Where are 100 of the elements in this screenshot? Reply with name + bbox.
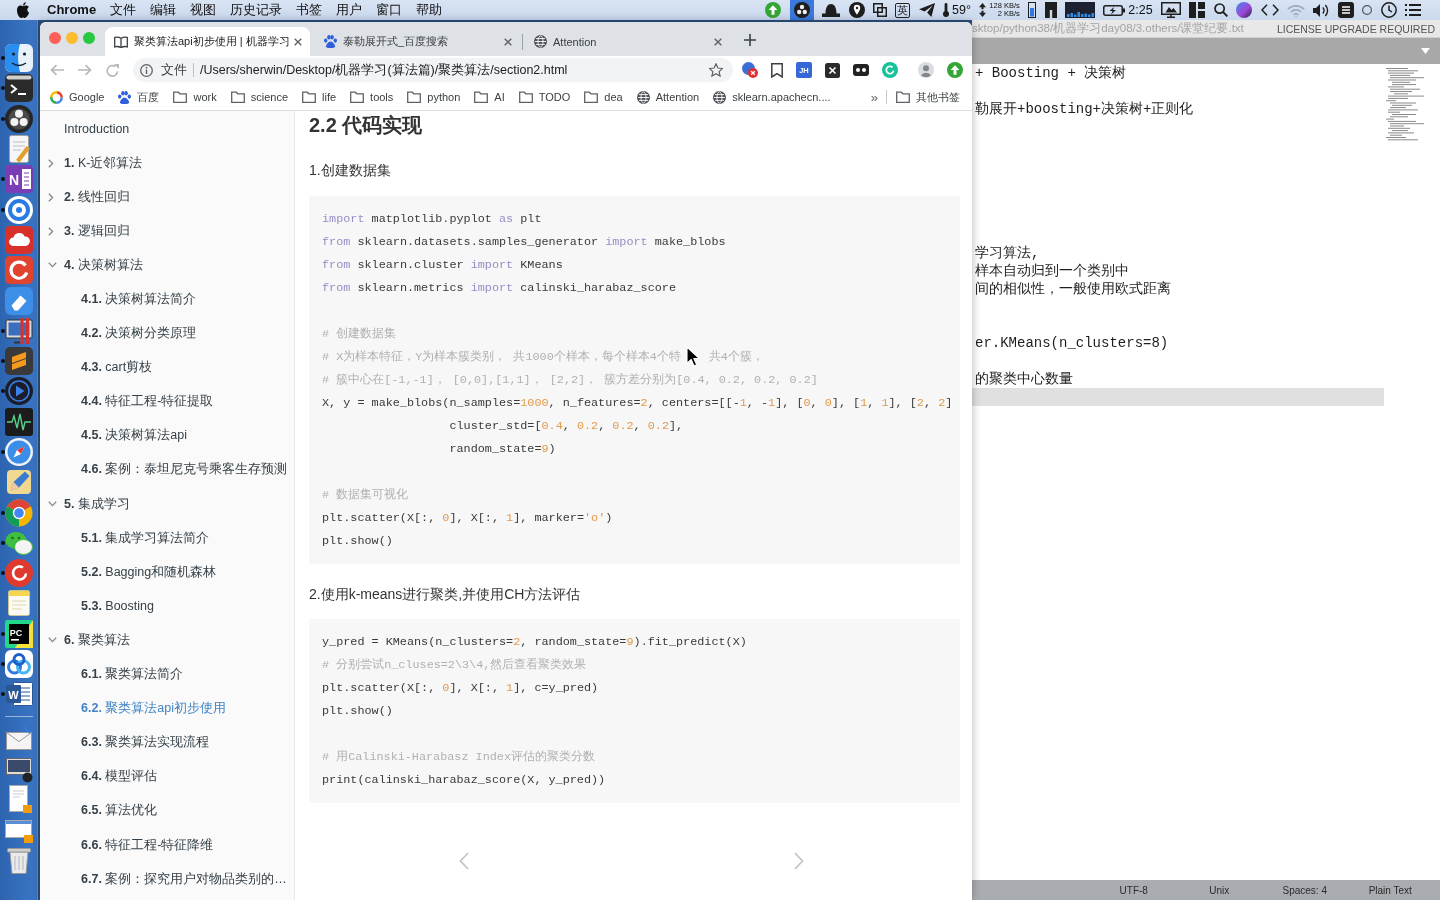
more-bookmarks-button[interactable]: »: [864, 89, 884, 105]
up-down-arrows-icon[interactable]: [979, 3, 987, 17]
close-icon[interactable]: [294, 37, 302, 46]
bookmark-item[interactable]: tools: [343, 86, 401, 108]
badge-cross-icon[interactable]: [742, 62, 758, 78]
waveform-icon[interactable]: [5, 407, 33, 436]
sidebar-item[interactable]: 6. 聚类算法: [64, 631, 130, 649]
two-dot-tile-icon[interactable]: [853, 64, 869, 76]
app-menu[interactable]: Chrome: [47, 0, 97, 20]
trash-icon[interactable]: [5, 845, 33, 874]
input-method-indicator[interactable]: 英: [895, 2, 911, 18]
sidebar-item[interactable]: 6.7. 案例：探究用户对物品类别的…: [81, 870, 287, 888]
striped-tile-icon[interactable]: [1337, 2, 1354, 18]
three-dot-circle-icon[interactable]: [5, 104, 33, 133]
list-icon[interactable]: [1405, 4, 1421, 16]
menu-item[interactable]: 书签: [296, 0, 323, 20]
sidebar-item[interactable]: 6.2. 聚类算法api初步使用: [81, 700, 226, 718]
sidebar-item[interactable]: 2. 线性回归: [64, 188, 130, 206]
bookmark-item[interactable]: life: [295, 86, 344, 108]
arc-circle-icon[interactable]: [5, 559, 33, 588]
chevron-down-icon[interactable]: [48, 637, 57, 644]
target-icon[interactable]: [5, 195, 33, 224]
status-item[interactable]: Spaces: 4: [1282, 884, 1327, 896]
arc-tile-icon[interactable]: [5, 256, 33, 285]
chevron-right-icon[interactable]: [48, 158, 54, 168]
sidebar-item[interactable]: 6.1. 聚类算法简介: [81, 666, 184, 684]
monitor-icon[interactable]: [1161, 2, 1182, 18]
sidebar-item[interactable]: 5.3. Boosting: [81, 599, 154, 614]
status-item[interactable]: Plain Text: [1368, 884, 1412, 896]
letter-tile-icon[interactable]: PC: [5, 619, 33, 648]
sidebar-item[interactable]: 4. 决策树算法: [64, 256, 143, 274]
linked-circles-icon[interactable]: [5, 650, 33, 679]
sidebar-item[interactable]: 4.3. cart剪枝: [81, 359, 153, 377]
bookmark-item[interactable]: 百度: [111, 86, 167, 108]
sidebar-item[interactable]: 4.1. 决策树算法简介: [81, 291, 197, 308]
menu-item[interactable]: 用户: [336, 0, 363, 20]
chevron-right-icon[interactable]: [48, 226, 54, 236]
sidebar-item[interactable]: 4.2. 决策树分类原理: [81, 325, 197, 343]
chevron-down-icon[interactable]: [48, 262, 57, 269]
info-icon[interactable]: [140, 63, 153, 77]
arrow-up-circle-icon[interactable]: [765, 2, 782, 18]
bookmark-item[interactable]: work: [166, 86, 224, 108]
eraser-tile-icon[interactable]: [5, 286, 33, 315]
close-icon[interactable]: [504, 37, 512, 46]
menu-item[interactable]: 文件: [110, 0, 137, 20]
sidebar-item[interactable]: Introduction: [64, 122, 130, 137]
sidebar-item[interactable]: 4.5. 决策树算法api: [81, 427, 187, 445]
bookmark-item[interactable]: TODO: [511, 86, 578, 108]
bookmark-item[interactable]: AI: [467, 86, 512, 108]
location-pin-icon[interactable]: [848, 2, 865, 18]
battery-charging-icon[interactable]: [1103, 4, 1126, 16]
status-item[interactable]: UTF-8: [1119, 884, 1148, 896]
segmented-circle-icon[interactable]: [5, 498, 33, 527]
pencil-icon[interactable]: [5, 468, 33, 497]
clock-icon[interactable]: [1380, 2, 1397, 18]
thermometer-icon[interactable]: [943, 3, 950, 17]
panels-icon[interactable]: [1189, 2, 1206, 18]
sidebar-item[interactable]: 5.1. 集成学习算法简介: [81, 529, 210, 547]
sidebar-item[interactable]: 5.2. Bagging和随机森林: [81, 563, 217, 581]
menu-item[interactable]: 历史记录: [230, 0, 283, 20]
sidebar-item[interactable]: 4.4. 特征工程-特征提取: [81, 393, 214, 411]
circle-icon[interactable]: [1362, 5, 1373, 15]
browser-tab[interactable]: 泰勒展开式_百度搜索: [315, 27, 520, 56]
bell-icon[interactable]: [822, 3, 841, 17]
chevron-right-icon[interactable]: [48, 192, 54, 202]
orb-icon[interactable]: [1236, 2, 1253, 18]
search-icon[interactable]: [1213, 3, 1228, 17]
close-icon[interactable]: [714, 37, 722, 46]
sidebar-item[interactable]: 1. K-近邻算法: [64, 154, 143, 172]
sidebar-item[interactable]: 6.3. 聚类算法实现流程: [81, 734, 210, 752]
avatar-icon[interactable]: [918, 62, 934, 78]
address-bar[interactable]: 文件 /Users/sherwin/Desktop/机器学习(算法篇)/聚类算法/section2.html: [133, 58, 733, 82]
monitor-icon[interactable]: [5, 316, 33, 345]
sidebar-item[interactable]: 5. 集成学习: [64, 495, 130, 513]
arrow-up-circle-icon[interactable]: [947, 62, 963, 78]
bookmark-item[interactable]: Attention: [629, 86, 707, 108]
sidebar-item[interactable]: 6.6. 特征工程-特征降维: [81, 836, 214, 854]
x-square-icon[interactable]: [825, 62, 840, 78]
bookmark-folder[interactable]: 其他书签: [889, 86, 967, 108]
menu-item[interactable]: 窗口: [376, 0, 403, 20]
face-tile-icon[interactable]: [5, 44, 33, 73]
envelope-icon[interactable]: [5, 724, 33, 753]
cpu-graph-icon[interactable]: [1064, 2, 1095, 18]
cloud-tile-icon[interactable]: [5, 225, 33, 254]
apple-icon[interactable]: [16, 2, 30, 18]
note-tile-icon[interactable]: N: [5, 165, 33, 194]
notepad-icon[interactable]: [5, 589, 33, 618]
bookmark-item[interactable]: science: [223, 86, 295, 108]
overlapping-squares-icon[interactable]: [872, 3, 887, 17]
menu-item[interactable]: 视图: [190, 0, 217, 20]
bookmark-icon[interactable]: [771, 62, 783, 78]
arch-icon[interactable]: [1044, 2, 1057, 18]
menu-item[interactable]: 帮助: [416, 0, 443, 20]
bookmark-item[interactable]: Google: [43, 86, 112, 108]
chevron-down-icon[interactable]: [48, 501, 57, 508]
status-item[interactable]: Unix: [1209, 884, 1230, 896]
volume-icon[interactable]: [1313, 3, 1330, 17]
code-brackets-icon[interactable]: [1260, 4, 1279, 16]
sidebar-item[interactable]: 3. 逻辑回归: [64, 222, 130, 240]
memory-gauge-icon[interactable]: [1028, 2, 1037, 18]
